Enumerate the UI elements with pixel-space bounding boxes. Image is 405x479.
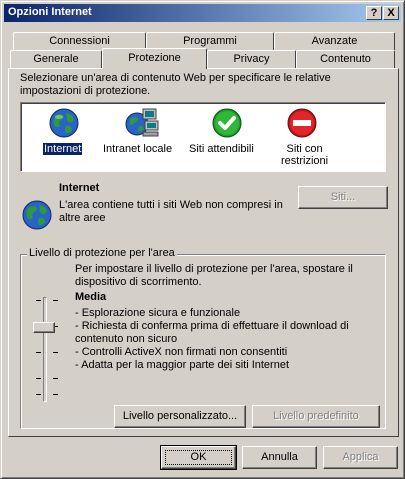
zone-trusted-label: Siti attendibili [189,143,254,155]
ok-button[interactable]: OK [160,445,237,470]
zone-list[interactable]: Internet Intranet locale Siti attendibil… [20,102,386,172]
focus-rect [165,450,232,465]
security-slider-track[interactable] [43,297,47,402]
slider-tick [36,378,41,379]
close-button[interactable]: X [383,6,399,20]
slider-tick [53,300,58,301]
zone-detail-description: L'area contiene tutti i siti Web non com… [59,199,283,224]
slider-tick [36,352,41,353]
globe-icon [49,108,79,138]
intranet-icon [125,108,159,137]
zone-restricted-sites[interactable]: Siti con restrizioni [267,107,337,169]
tab-generale[interactable]: Generale [10,50,102,68]
bullet-item: - Esplorazione sicura e funzionale [75,307,241,319]
zone-internet-label: Internet [41,142,84,156]
restricted-icon [287,108,317,138]
security-slider-thumb[interactable] [33,322,55,333]
security-level-group-title: Livello di protezione per l'area [27,247,177,260]
security-level-bullets: - Esplorazione sicura e funzionale - Ric… [75,307,375,372]
cancel-button[interactable]: Annulla [242,446,317,469]
tab-privacy[interactable]: Privacy [207,50,296,68]
security-level-name: Media [75,291,107,303]
bullet-item: - Adatta per la maggior parte dei siti I… [75,359,290,371]
zone-internet[interactable]: Internet [39,107,89,167]
zone-intranet-label: Intranet locale [103,143,173,155]
sites-button[interactable]: Siti... [298,186,388,209]
slider-tick [53,378,58,379]
zone-trusted-sites[interactable]: Siti attendibili [187,107,267,167]
bullet-item: - Controlli ActiveX non firmati non cons… [75,346,288,358]
slider-tick [36,300,41,301]
internet-options-dialog: Opzioni Internet ? X Connessioni Program… [0,0,405,479]
custom-level-button[interactable]: Livello personalizzato... [114,405,246,428]
title-bar[interactable]: Opzioni Internet ? X [4,4,401,22]
help-button[interactable]: ? [366,6,382,20]
tab-protezione[interactable]: Protezione [102,48,207,69]
security-tab-panel: Selezionare un'area di contenuto Web per… [8,68,399,437]
zone-intranet[interactable]: Intranet locale [103,107,183,167]
bullet-item: - Richiesta di conferma prima di effettu… [75,320,349,345]
window-title: Opzioni Internet [8,6,92,18]
zone-restricted-label: Siti con restrizioni [281,143,329,167]
tab-avanzate[interactable]: Avanzate [274,32,395,50]
apply-button[interactable]: Applica [323,446,398,469]
zone-detail-name: Internet [59,182,100,194]
security-level-instruction: Per impostare il livello di protezione p… [75,263,353,288]
slider-tick [53,352,58,353]
default-level-button[interactable]: Livello predefinito [252,405,380,428]
check-icon [212,108,242,138]
slider-tick [53,394,58,395]
globe-icon [22,200,52,230]
slider-tick [36,394,41,395]
tab-contenuto[interactable]: Contenuto [296,50,395,68]
zones-intro-text: Selezionare un'area di contenuto Web per… [20,72,331,97]
